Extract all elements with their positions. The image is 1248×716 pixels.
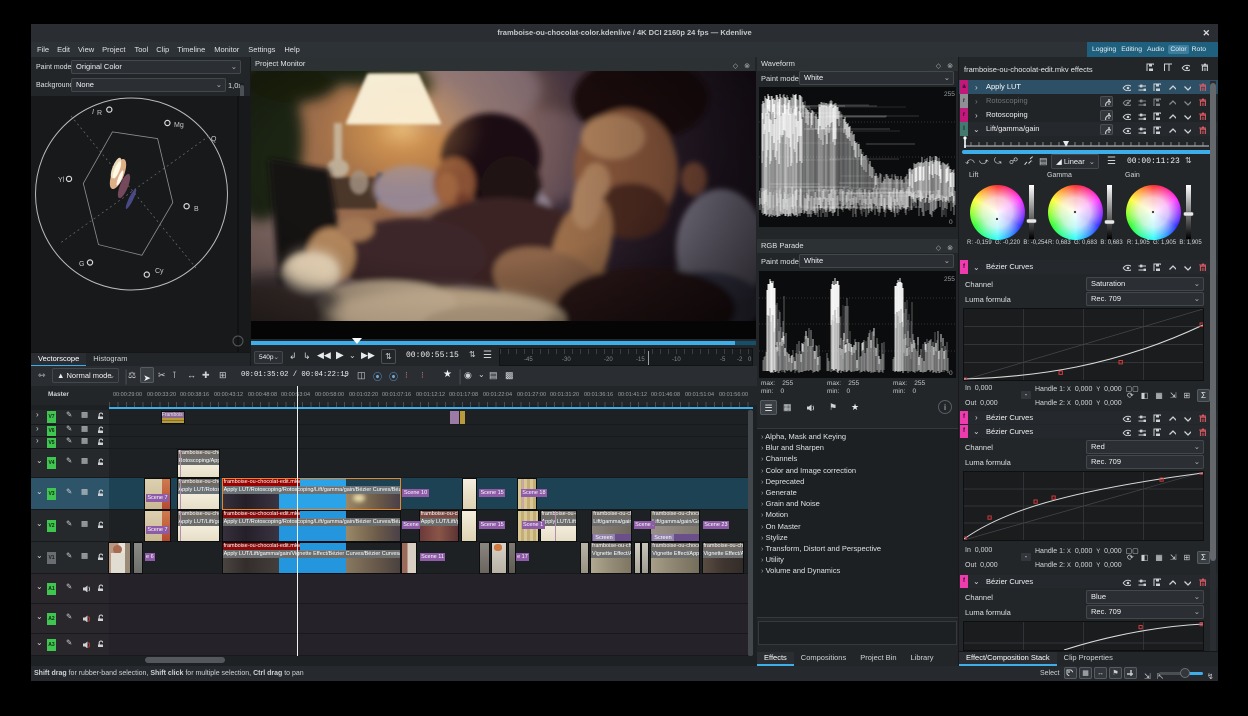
svg-text:255: 255 <box>944 276 955 283</box>
svg-text:Cy: Cy <box>155 268 164 275</box>
svg-text:0: 0 <box>949 219 953 226</box>
svg-text:R: R <box>97 110 102 117</box>
svg-text:Q: Q <box>211 136 217 143</box>
svg-text:Yl: Yl <box>58 177 65 184</box>
svg-text:B: B <box>194 206 199 213</box>
svg-text:I: I <box>92 109 94 116</box>
svg-text:G: G <box>79 261 84 268</box>
svg-text:Mg: Mg <box>174 122 184 129</box>
svg-text:255: 255 <box>944 91 955 98</box>
svg-text:0: 0 <box>949 370 953 377</box>
